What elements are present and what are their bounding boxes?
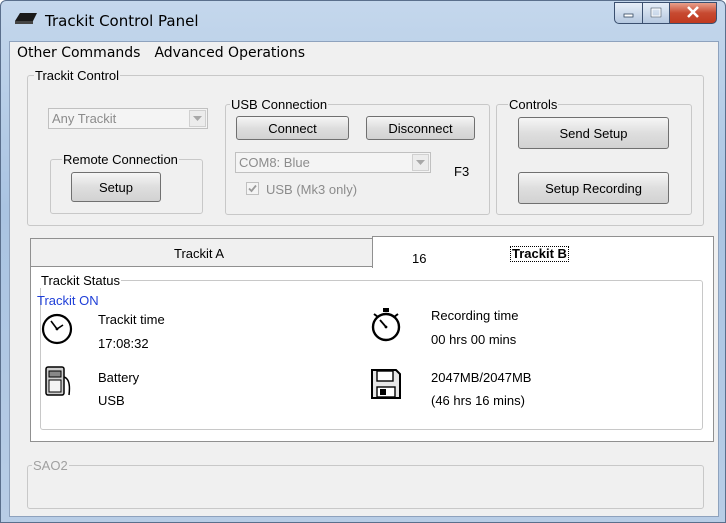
maximize-button[interactable] <box>642 2 669 24</box>
trackit-app-icon <box>15 13 37 28</box>
chevron-down-icon <box>189 110 206 127</box>
tab-trackit-a-label: Trackit A <box>174 246 225 261</box>
disconnect-button[interactable]: Disconnect <box>366 116 475 140</box>
recording-time-label: Recording time <box>431 308 519 323</box>
trackit-time-label: Trackit time <box>98 312 165 327</box>
trackit-device-value: Any Trackit <box>52 111 117 126</box>
remote-setup-button[interactable]: Setup <box>71 172 161 202</box>
battery-value: USB <box>98 393 125 408</box>
menu-other-commands[interactable]: Other Commands <box>10 45 147 61</box>
trackit-state: Trackit ON <box>37 293 99 308</box>
storage-value: 2047MB/2047MB <box>431 370 532 385</box>
window-title: Trackit Control Panel <box>45 12 199 30</box>
remote-connection-label: Remote Connection <box>62 152 179 167</box>
tab-trackit-b[interactable]: 16 Trackit B <box>372 236 714 268</box>
minimize-button[interactable] <box>614 2 642 24</box>
tab-trackit-b-label: Trackit B <box>510 246 569 262</box>
trackit-control-label: Trackit Control <box>34 68 121 83</box>
trackit-status-label: Trackit Status <box>40 273 121 288</box>
setup-recording-button[interactable]: Setup Recording <box>518 172 669 204</box>
maximize-icon <box>650 6 662 21</box>
close-icon <box>686 5 700 21</box>
com-port-select[interactable]: COM8: Blue <box>235 152 431 173</box>
check-icon <box>248 184 257 193</box>
usb-connection-label: USB Connection <box>230 97 329 112</box>
send-setup-button[interactable]: Send Setup <box>518 117 669 149</box>
recording-time-value: 00 hrs 00 mins <box>431 332 517 347</box>
trackit-device-select[interactable]: Any Trackit <box>48 108 208 129</box>
usb-checkbox-label: USB (Mk3 only) <box>266 182 358 197</box>
title-bar[interactable]: Trackit Control Panel <box>1 1 725 41</box>
chevron-down-icon <box>412 154 429 171</box>
tab-trackit-a[interactable]: Trackit A <box>30 238 373 268</box>
trackit-status-group: Trackit Status <box>40 273 703 430</box>
sao2-label: SAO2 <box>32 458 69 473</box>
battery-icon <box>45 365 73 400</box>
close-button[interactable] <box>669 2 717 24</box>
menu-bar: Other Commands Advanced Operations <box>10 42 718 64</box>
clock-icon <box>41 313 73 348</box>
hotkey-label: F3 <box>454 164 470 179</box>
connect-button[interactable]: Connect <box>236 116 349 140</box>
floppy-disk-icon <box>370 368 402 403</box>
storage-time: (46 hrs 16 mins) <box>431 393 525 408</box>
trackit-time-value: 17:08:32 <box>98 336 149 351</box>
controls-label: Controls <box>508 97 559 112</box>
com-port-value: COM8: Blue <box>239 155 310 170</box>
main-window: Trackit Control Panel Other Commands Adv… <box>0 0 726 523</box>
battery-label: Battery <box>98 370 140 385</box>
tab-panel: Trackit Status Trackit ON Trackit time 1… <box>30 266 714 442</box>
usb-checkbox[interactable] <box>246 182 259 195</box>
sao2-group: SAO2 <box>27 458 704 509</box>
minimize-icon <box>623 6 635 21</box>
client-area: Other Commands Advanced Operations Track… <box>9 41 719 517</box>
tab-b-number: 16 <box>412 251 427 266</box>
stopwatch-icon <box>370 307 402 346</box>
menu-advanced-operations[interactable]: Advanced Operations <box>147 45 312 61</box>
